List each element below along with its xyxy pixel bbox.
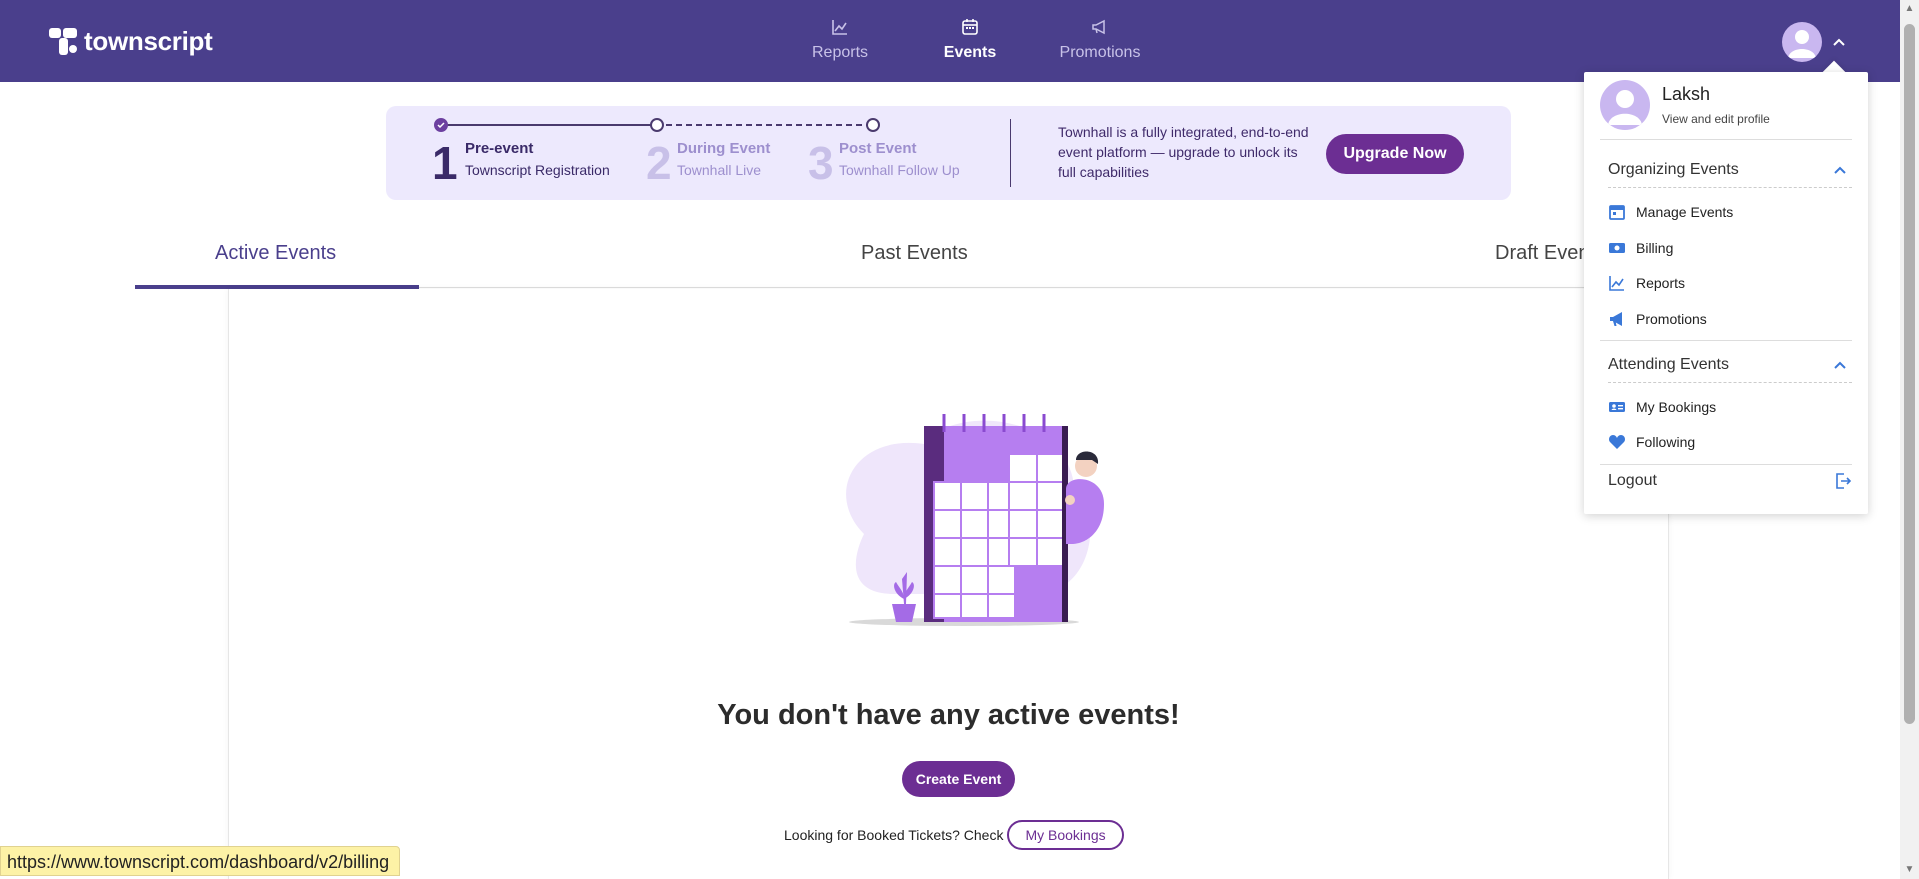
menu-item-label: Billing (1636, 240, 1674, 256)
user-icon (1788, 30, 1816, 58)
top-navbar: townscript Reports Events Promotions (0, 0, 1900, 82)
menu-item-label: Promotions (1636, 311, 1707, 327)
page-scrollbar[interactable]: ▲ ▼ (1900, 0, 1919, 879)
banner-divider (1010, 119, 1011, 187)
calendar-icon (1609, 205, 1625, 220)
nav-reports[interactable]: Reports (775, 18, 905, 62)
menu-item-following[interactable]: Following (1608, 428, 1852, 456)
step-1-check-icon (434, 118, 448, 132)
menu-item-billing[interactable]: Billing (1608, 234, 1852, 262)
chart-line-icon (832, 20, 847, 35)
events-tabs: Active Events Past Events Draft Even (135, 236, 1715, 289)
step-2-title: During Event (677, 140, 771, 157)
step-2-subtitle: Townhall Live (677, 162, 762, 178)
view-edit-profile-link[interactable]: View and edit profile (1662, 112, 1770, 126)
step-1-number: 1 (432, 137, 458, 189)
step-2-dot (650, 118, 664, 132)
menu-item-promotions[interactable]: Promotions (1608, 305, 1852, 333)
heart-icon (1609, 435, 1625, 449)
step-3-number: 3 (808, 137, 834, 189)
logout-icon (1836, 473, 1852, 489)
menu-item-manage-events[interactable]: Manage Events (1608, 198, 1852, 226)
tab-draft-events[interactable]: Draft Even (1495, 242, 1589, 265)
user-avatar-button[interactable] (1782, 22, 1822, 62)
dropdown-divider (1600, 464, 1852, 465)
menu-item-label: Manage Events (1636, 204, 1734, 220)
step-1-title: Pre-event (465, 140, 534, 157)
events-card: You don't have any active events! Create… (228, 289, 1669, 879)
nav-events[interactable]: Events (905, 18, 1035, 62)
create-event-button[interactable]: Create Event (902, 761, 1015, 797)
attending-events-toggle[interactable]: Attending Events (1608, 347, 1852, 383)
chevron-up-icon (1834, 358, 1846, 372)
step-2-number: 2 (646, 137, 672, 189)
attending-events-label: Attending Events (1608, 355, 1729, 373)
step-1-subtitle: Townscript Registration (465, 162, 610, 178)
townscript-logo-icon (48, 27, 78, 57)
calendar-icon (962, 19, 978, 35)
nav-promotions-label: Promotions (1059, 44, 1141, 61)
tab-active-events[interactable]: Active Events (215, 242, 336, 265)
nav-reports-label: Reports (811, 44, 869, 61)
user-dropdown-menu: Laksh View and edit profile Organizing E… (1584, 72, 1868, 514)
upgrade-now-button[interactable]: Upgrade Now (1326, 134, 1464, 174)
tab-past-events[interactable]: Past Events (861, 242, 968, 265)
empty-state-title: You don't have any active events! (717, 699, 1180, 731)
booked-tickets-text: Looking for Booked Tickets? Check (784, 827, 1004, 843)
nav-events-label: Events (943, 44, 997, 61)
user-name: Laksh (1662, 84, 1711, 104)
scroll-down-arrow-icon[interactable]: ▼ (1904, 865, 1915, 875)
booked-tickets-row: Looking for Booked Tickets? Check My Boo… (784, 820, 1124, 850)
chevron-up-icon (1834, 163, 1846, 177)
organizing-events-toggle[interactable]: Organizing Events (1608, 152, 1852, 188)
townscript-logo[interactable]: townscript (48, 26, 213, 57)
chevron-up-icon[interactable] (1833, 34, 1845, 52)
logout-label: Logout (1608, 472, 1657, 489)
ticket-icon (1609, 402, 1625, 412)
steps-pending-line (656, 124, 872, 126)
menu-item-label: Following (1636, 434, 1696, 450)
menu-item-my-bookings[interactable]: My Bookings (1608, 393, 1852, 421)
steps-progress-line (440, 124, 656, 126)
profile-link[interactable]: Laksh View and edit profile (1600, 80, 1852, 140)
upgrade-banner: 1 Pre-event Townscript Registration 2 Du… (386, 106, 1511, 200)
money-icon (1609, 243, 1625, 253)
user-avatar-icon (1600, 80, 1650, 130)
scrollbar-thumb[interactable] (1904, 24, 1915, 724)
menu-item-label: Reports (1636, 275, 1686, 291)
megaphone-icon (1610, 312, 1622, 326)
logout-button[interactable]: Logout (1608, 468, 1852, 494)
scroll-up-arrow-icon[interactable]: ▲ (1904, 4, 1915, 14)
megaphone-icon (1092, 19, 1105, 35)
logo-text: townscript (84, 26, 213, 56)
menu-item-reports[interactable]: Reports (1608, 269, 1852, 297)
menu-item-label: My Bookings (1636, 399, 1717, 415)
chart-line-icon (1609, 276, 1624, 291)
step-3-title: Post Event (839, 140, 917, 157)
nav-promotions[interactable]: Promotions (1035, 18, 1165, 62)
main-nav: Reports Events Promotions (775, 18, 1165, 62)
step-3-dot (866, 118, 880, 132)
my-bookings-button[interactable]: My Bookings (1007, 820, 1124, 850)
empty-calendar-illustration (804, 394, 1104, 634)
organizing-events-label: Organizing Events (1608, 160, 1739, 178)
step-3-subtitle: Townhall Follow Up (839, 162, 960, 178)
dropdown-divider (1600, 340, 1852, 341)
banner-description: Townhall is a fully integrated, end-to-e… (1058, 124, 1309, 180)
status-bar-url: https://www.townscript.com/dashboard/v2/… (0, 846, 401, 876)
